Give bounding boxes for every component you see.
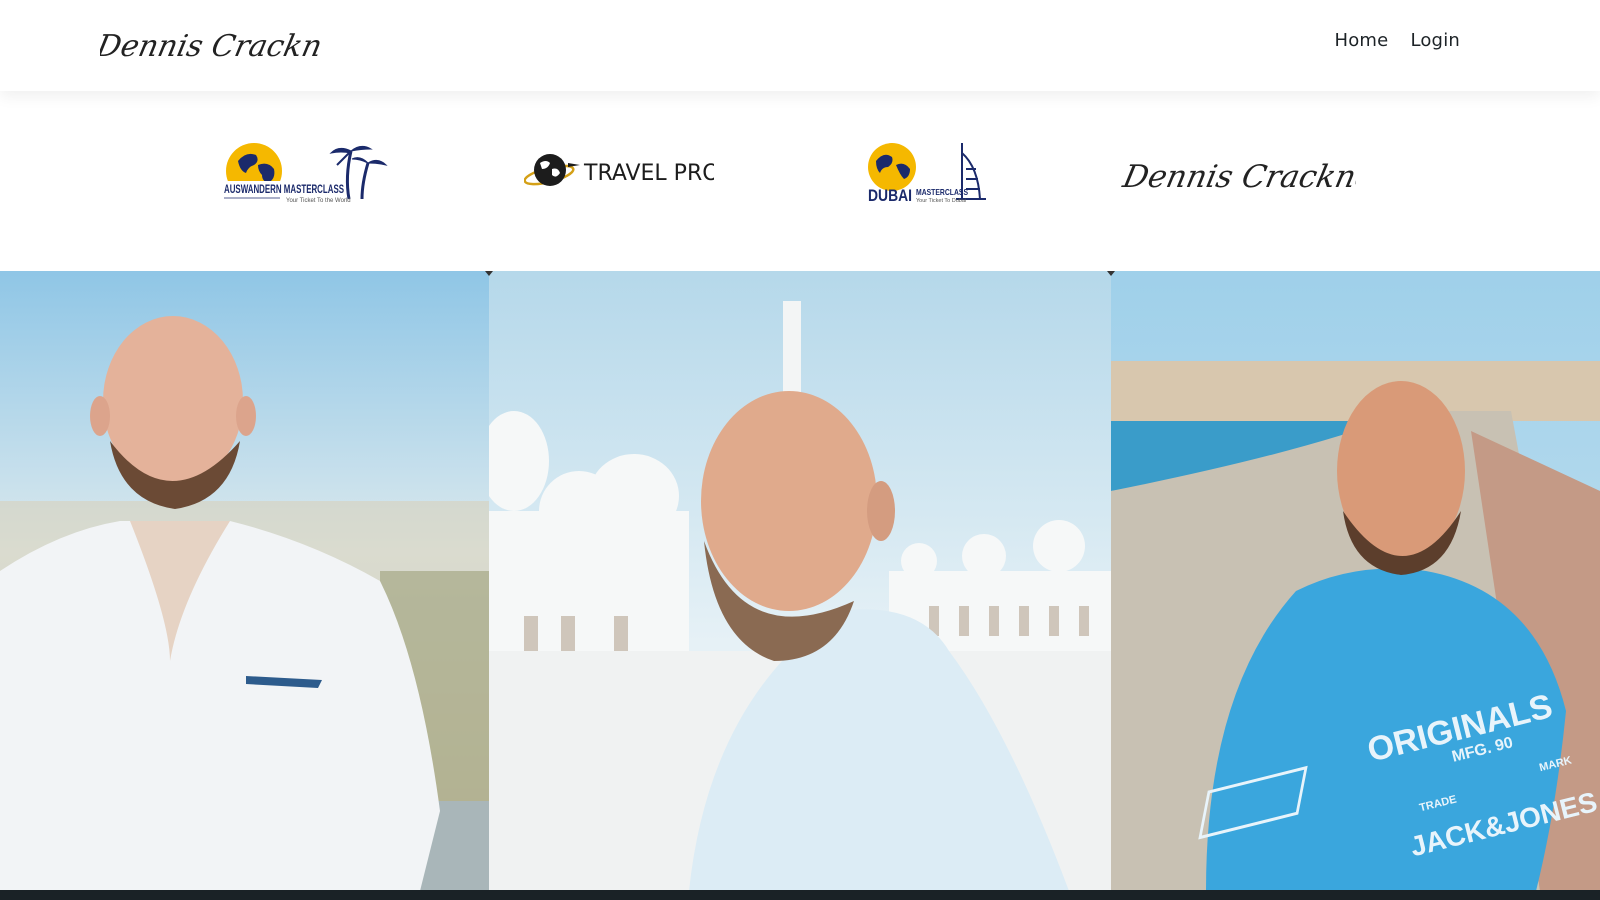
- gallery-divider-notch: [1107, 271, 1115, 276]
- globe-icon: [868, 143, 916, 191]
- dubai-tagline: Your Ticket To Dubai: [916, 198, 966, 204]
- nav-home-link[interactable]: Home: [1334, 30, 1388, 51]
- hero-photo-gallery: ORIGINALS MFG. 90 TRADE MARK JACK&JONES: [0, 271, 1600, 891]
- dennis-cracknell-signature-logo: Dennis Cracknell: [1119, 159, 1356, 195]
- main-nav: Home Login: [1334, 30, 1460, 51]
- site-header: Dennis Cracknell Home Login: [0, 0, 1600, 91]
- signature-text: Dennis Cracknell: [1119, 159, 1356, 195]
- photo-city-overlook: [0, 271, 489, 891]
- brand-signature-logo: Dennis Cracknell: [100, 29, 320, 64]
- partner-logos: AUSWANDERN MASTERCLASS Your Ticket To th…: [0, 91, 1600, 271]
- dubai-masterclass-logo: DUBAI MASTERCLASS Your Ticket To Dubai: [868, 143, 986, 205]
- auswandern-masterclass-logo: AUSWANDERN MASTERCLASS Your Ticket To th…: [224, 143, 388, 204]
- photo-mosque-image: [489, 271, 1111, 891]
- travel-pro-logo: TRAVEL PRO: [524, 154, 714, 186]
- auswandern-tagline: Your Ticket To the World: [286, 198, 351, 204]
- photo-beach-promenade: ORIGINALS MFG. 90 TRADE MARK JACK&JONES: [1111, 271, 1600, 891]
- brand-signature-text: Dennis Cracknell: [100, 29, 320, 64]
- auswandern-title: AUSWANDERN MASTERCLASS: [224, 184, 344, 196]
- dubai-masterclass-text: MASTERCLASS: [916, 187, 968, 197]
- gallery-divider-notch: [485, 271, 493, 276]
- travel-pro-title: TRAVEL PRO: [583, 161, 714, 186]
- photo-beach-promenade-image: ORIGINALS MFG. 90 TRADE MARK JACK&JONES: [1111, 271, 1600, 891]
- photo-mosque: [489, 271, 1111, 891]
- nav-login-link[interactable]: Login: [1410, 30, 1460, 51]
- globe-plane-icon: [524, 154, 580, 186]
- footer-bar: [0, 890, 1600, 900]
- photo-city-overlook-image: [0, 271, 489, 891]
- dubai-title: DUBAI: [868, 186, 912, 205]
